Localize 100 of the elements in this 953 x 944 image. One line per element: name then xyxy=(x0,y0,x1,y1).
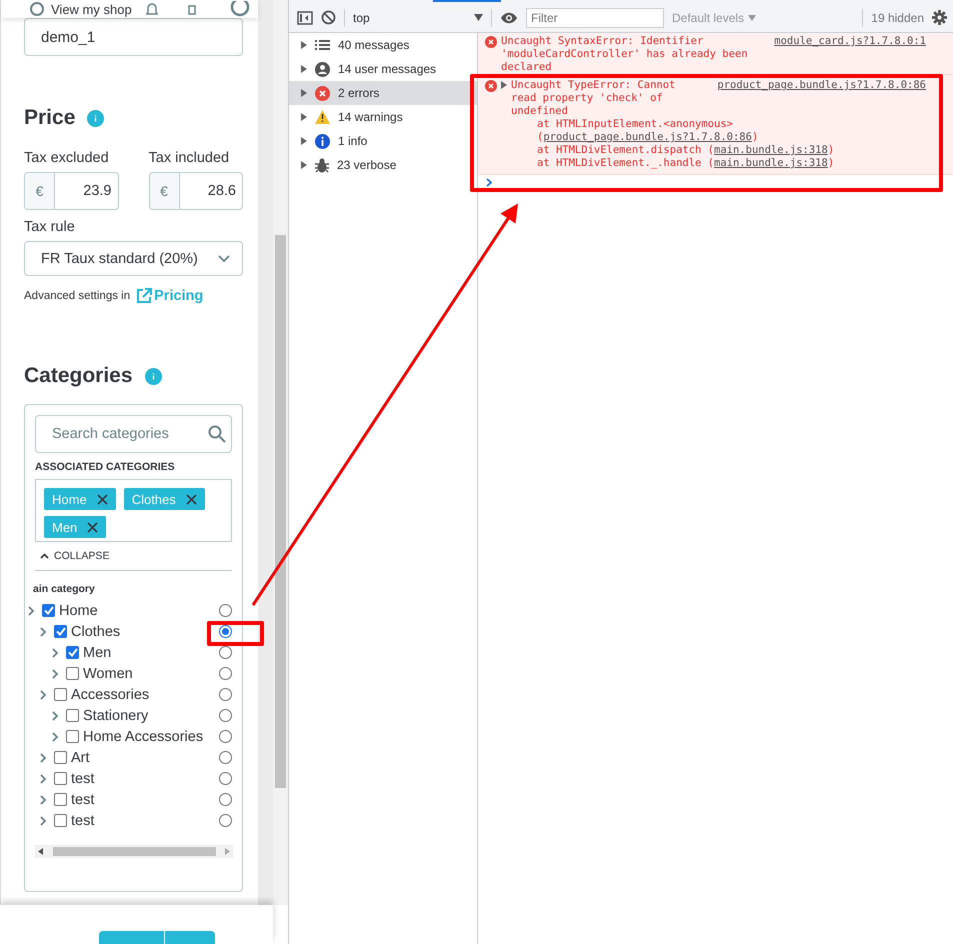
tag-label: Clothes xyxy=(132,492,176,506)
sidebar-item[interactable]: 14 user messages xyxy=(289,57,477,81)
expand-triangle-icon[interactable] xyxy=(301,41,307,49)
remove-tag-button[interactable] xyxy=(87,522,98,532)
expand-triangle-icon[interactable] xyxy=(301,89,307,97)
clear-console-icon[interactable] xyxy=(321,10,336,25)
chevron-right-icon[interactable] xyxy=(50,648,60,658)
source-link[interactable]: module_card.js?1.7.8.0:1 xyxy=(774,35,926,48)
radio-button[interactable] xyxy=(218,814,232,827)
search-field[interactable]: Search categories xyxy=(35,415,232,453)
sidebar-toggle-icon[interactable] xyxy=(297,10,313,24)
checkbox[interactable] xyxy=(54,772,67,785)
info-icon xyxy=(315,134,330,148)
chevron-right-icon[interactable] xyxy=(38,774,48,784)
remove-tag-button[interactable] xyxy=(96,494,108,504)
chevron-right-icon[interactable] xyxy=(38,690,48,700)
radio-button[interactable] xyxy=(218,604,232,617)
checkbox[interactable] xyxy=(54,625,67,638)
expand-triangle-icon[interactable] xyxy=(301,65,307,73)
field-label: Tax rule xyxy=(24,219,76,235)
radio-button[interactable] xyxy=(218,730,232,743)
category-label: Home Accessories xyxy=(83,728,204,744)
reference-field[interactable]: demo_1 xyxy=(24,18,243,56)
source-link[interactable]: main.bundle.js:318 xyxy=(714,157,828,169)
info-icon[interactable] xyxy=(144,368,162,384)
vertical-scrollbar[interactable] xyxy=(273,0,288,905)
prompt-chevron-icon[interactable] xyxy=(486,178,493,187)
scroll-left-icon[interactable] xyxy=(38,848,43,855)
expand-triangle-icon[interactable] xyxy=(501,81,507,89)
bell-icon[interactable] xyxy=(145,2,159,16)
checkbox[interactable] xyxy=(54,793,67,806)
highlight-rectangle xyxy=(207,621,264,646)
stack-frame: at HTMLDivElement.dispatch (main.bundle.js:318) xyxy=(511,144,926,157)
chevron-down-icon xyxy=(218,254,230,262)
radio-button[interactable] xyxy=(218,772,232,785)
expand-triangle-icon[interactable] xyxy=(301,161,307,169)
radio-button[interactable] xyxy=(218,709,232,722)
advanced-settings-text: Advanced settings in xyxy=(24,290,130,302)
sidebar-item[interactable]: 2 errors xyxy=(289,81,477,105)
radio-button[interactable] xyxy=(218,625,232,638)
category-label: Home xyxy=(59,602,98,618)
info-icon[interactable] xyxy=(87,110,104,126)
source-link[interactable]: product_page.bundle.js?1.7.8.0:86 xyxy=(717,79,926,92)
checkbox[interactable] xyxy=(54,688,67,701)
sidebar-item[interactable]: 23 verbose xyxy=(289,153,477,177)
radio-button[interactable] xyxy=(218,793,232,806)
sidebar-item[interactable]: 40 messages xyxy=(289,33,477,57)
stack-frame: at HTMLInputElement.<anonymous> (product_page.bundle.js?1.7.8.0:86) xyxy=(511,118,926,144)
checkbox[interactable] xyxy=(66,667,79,680)
section-title: Price xyxy=(24,106,76,130)
field-label: Tax included xyxy=(148,150,230,166)
chevron-right-icon[interactable] xyxy=(38,752,48,762)
checkbox[interactable] xyxy=(42,604,55,617)
error-icon xyxy=(315,86,330,100)
chevron-right-icon[interactable] xyxy=(38,626,48,636)
radio-button[interactable] xyxy=(218,751,232,764)
sidebar-item[interactable]: 14 warnings xyxy=(289,105,477,129)
expand-triangle-icon[interactable] xyxy=(301,137,307,145)
category-label: Accessories xyxy=(71,686,150,702)
category-label: Women xyxy=(83,666,133,682)
radio-button[interactable] xyxy=(218,688,232,701)
checkbox[interactable] xyxy=(54,814,67,827)
chevron-right-icon[interactable] xyxy=(50,710,60,720)
chevron-right-icon[interactable] xyxy=(50,668,60,678)
bug-icon xyxy=(315,158,329,172)
remove-tag-button[interactable] xyxy=(186,494,197,504)
source-link[interactable]: product_page.bundle.js?1.7.8.0:86 xyxy=(543,131,752,143)
currency-prefix: € xyxy=(150,173,180,209)
sidebar-item[interactable]: 1 info xyxy=(289,129,477,153)
horizontal-scrollbar[interactable] xyxy=(35,845,233,858)
settings-icon[interactable] xyxy=(932,10,947,25)
price-field[interactable]: € 28.6 xyxy=(148,172,243,210)
checkbox[interactable] xyxy=(66,646,79,659)
source-link[interactable]: main.bundle.js:318 xyxy=(714,144,828,156)
chevron-right-icon[interactable] xyxy=(38,816,48,826)
search-icon[interactable] xyxy=(208,425,226,443)
radio-button[interactable] xyxy=(218,667,232,680)
tax-rule-select[interactable]: FR Taux standard (20%) xyxy=(24,241,243,276)
currency-prefix: € xyxy=(25,173,55,209)
view-shop-link[interactable]: View my shop xyxy=(51,2,132,16)
associated-categories-label: ASSOCIATED CATEGORIES xyxy=(35,461,176,473)
checkbox[interactable] xyxy=(54,751,67,764)
stack-frame: at HTMLDivElement._.handle (main.bundle.js:318) xyxy=(511,157,926,170)
checkbox[interactable] xyxy=(66,730,79,743)
category-label: test xyxy=(71,770,94,786)
category-label: Stationery xyxy=(83,708,148,724)
error-message: Uncaught SyntaxError: Identifier 'moduleCardController' has already been declared xyxy=(501,35,749,74)
category-label: Clothes xyxy=(71,624,120,640)
expand-triangle-icon[interactable] xyxy=(301,113,307,121)
radio-button[interactable] xyxy=(218,646,232,659)
price-field[interactable]: € 23.9 xyxy=(24,172,118,210)
filter-field[interactable]: Filter xyxy=(526,8,664,28)
checkbox[interactable] xyxy=(66,709,79,722)
chevron-right-icon[interactable] xyxy=(50,732,60,742)
chevron-right-icon[interactable] xyxy=(26,606,36,616)
context-select[interactable]: top xyxy=(353,10,483,24)
chevron-right-icon[interactable] xyxy=(38,794,48,804)
eye-icon[interactable] xyxy=(500,12,518,24)
collapse-button[interactable]: COLLAPSE xyxy=(40,550,110,562)
price-value: 28.6 xyxy=(206,182,237,201)
